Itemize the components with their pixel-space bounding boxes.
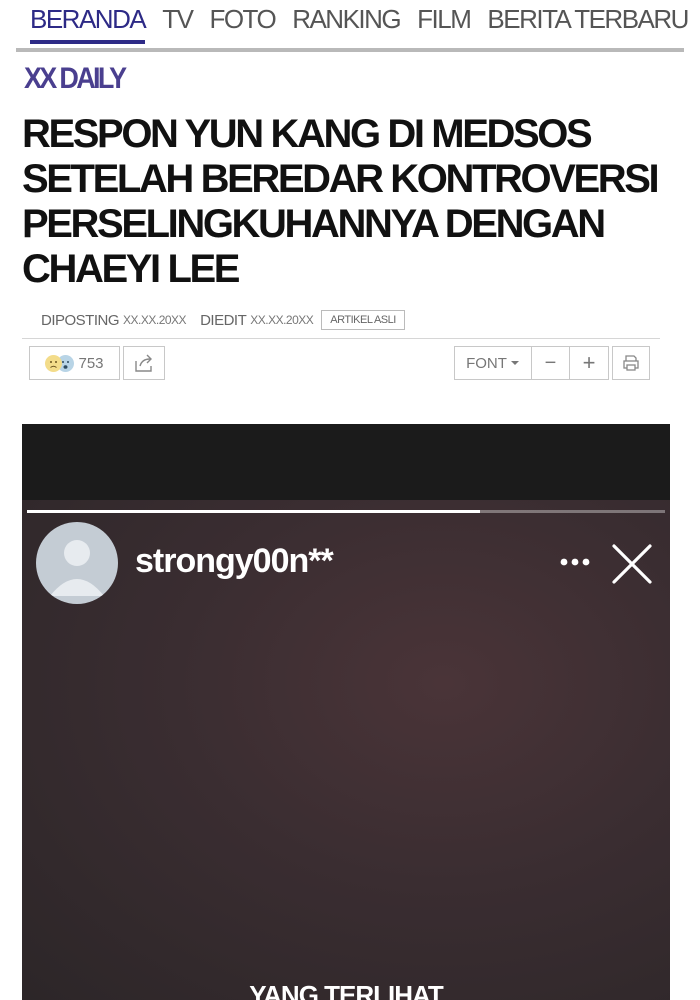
- nav-foto[interactable]: FOTO: [209, 0, 276, 40]
- nav-film[interactable]: FILM: [417, 0, 472, 40]
- plus-icon: +: [582, 350, 596, 375]
- printer-icon: [623, 355, 639, 371]
- share-icon: [135, 354, 152, 372]
- sad-face-icon: [45, 354, 63, 372]
- story-progress-fill: [27, 510, 480, 513]
- article-title: RESPON YUN KANG DI MEDSOS SETELAH BEREDA…: [22, 112, 682, 292]
- title-line: PERSELINGKUHANNYA DENGAN: [22, 202, 606, 246]
- reaction-button[interactable]: 753: [29, 346, 120, 380]
- story-progress-bar: [27, 510, 665, 513]
- font-label: FONT: [466, 354, 507, 372]
- nav-beranda[interactable]: BERANDA: [30, 0, 147, 44]
- nav-berita-terbaru[interactable]: BERITA TERBARU: [487, 0, 689, 40]
- font-size-dropdown[interactable]: FONT: [454, 346, 532, 380]
- posted-date: XX.XX.20XX: [123, 313, 187, 327]
- story-top-bar: [22, 424, 670, 500]
- close-icon[interactable]: [612, 544, 652, 584]
- posted-label: DIPOSTING: [41, 311, 120, 329]
- title-line: CHAEYI LEE: [22, 247, 240, 291]
- print-button[interactable]: [612, 346, 650, 380]
- title-line: SETELAH BEREDAR KONTROVERSI: [22, 157, 660, 201]
- share-button[interactable]: [123, 346, 165, 380]
- avatar[interactable]: [36, 522, 118, 604]
- title-line: RESPON YUN KANG DI MEDSOS: [22, 112, 593, 156]
- edited-label: DIEDIT: [200, 311, 247, 329]
- increase-font-button[interactable]: +: [569, 346, 609, 380]
- edited-date: XX.XX.20XX: [250, 313, 314, 327]
- meta-divider: [22, 338, 660, 339]
- decrease-font-button[interactable]: −: [531, 346, 570, 380]
- story-image: strongy00n** YANG TERLIHAT: [22, 424, 670, 1000]
- reaction-count: 753: [78, 354, 104, 372]
- article-meta: DIPOSTING XX.XX.20XX DIEDIT XX.XX.20XX A…: [41, 310, 405, 330]
- caret-down-icon: [510, 361, 519, 365]
- default-user-icon: [50, 540, 104, 596]
- minus-icon: −: [544, 351, 557, 374]
- story-username[interactable]: strongy00n**: [135, 542, 334, 581]
- more-options-icon[interactable]: [560, 558, 592, 566]
- nav-ranking[interactable]: RANKING: [292, 0, 401, 40]
- story-caption: YANG TERLIHAT: [249, 980, 444, 1000]
- brand-logo[interactable]: XX DAILY: [24, 62, 127, 96]
- original-article-badge[interactable]: ARTIKEL ASLI: [321, 310, 405, 330]
- nav-tv[interactable]: TV: [162, 0, 194, 40]
- top-nav: BERANDA TV FOTO RANKING FILM BERITA TERB…: [16, 0, 689, 52]
